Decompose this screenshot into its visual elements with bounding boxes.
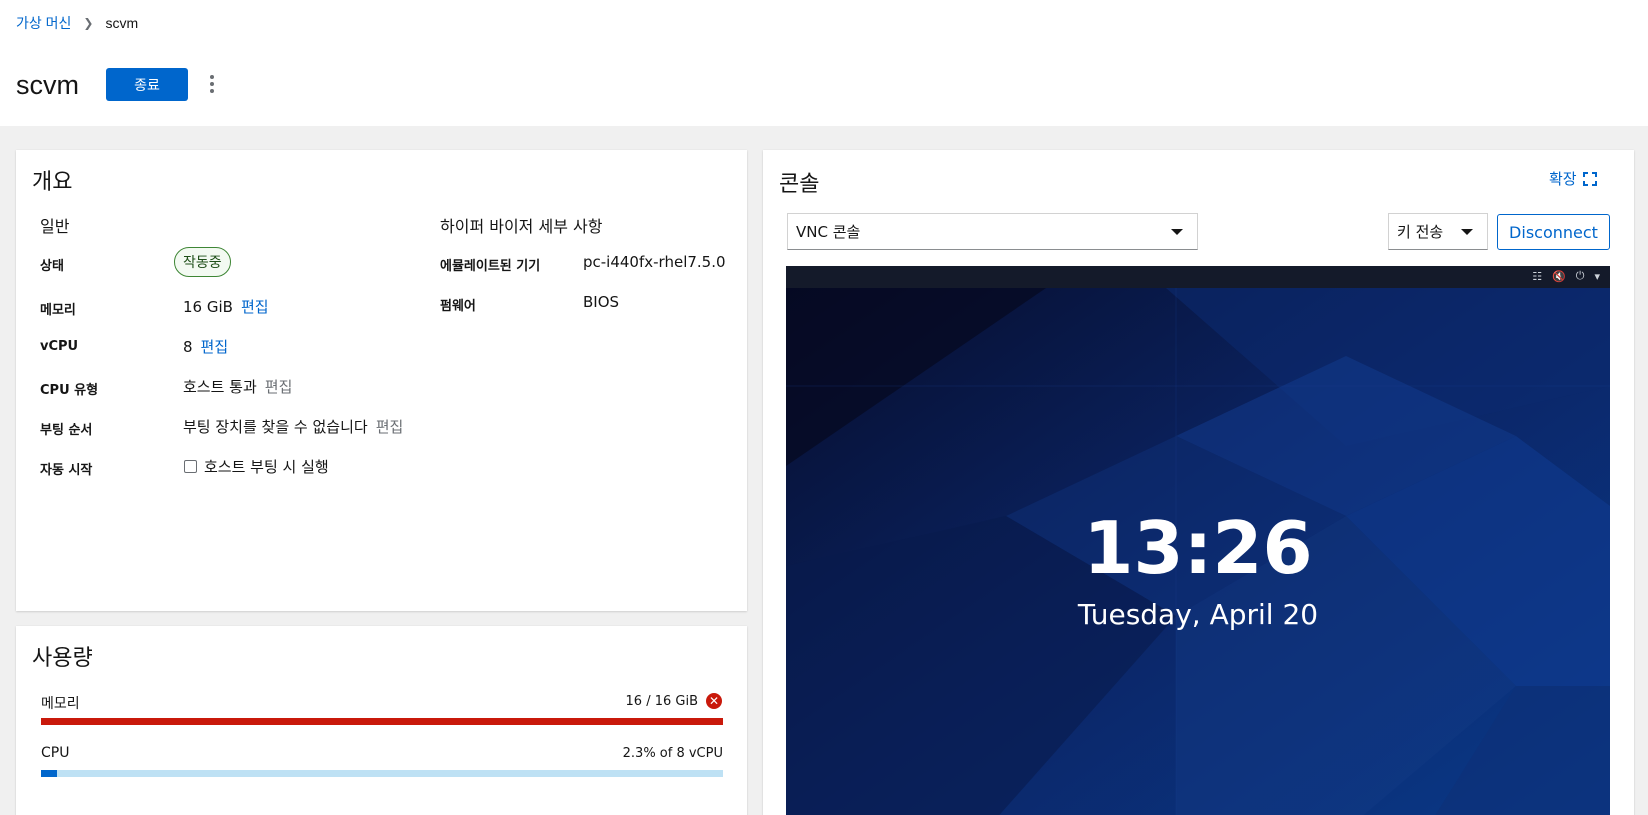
overview-card: 개요 일반 상태 작동중 메모리 16 GiB 편집 vCPU 8 편집 CPU… xyxy=(16,150,747,611)
usage-card: 사용량 메모리 16 / 16 GiB ✕ CPU 2.3% of 8 vCPU xyxy=(16,626,747,815)
usage-cpu-label: CPU xyxy=(41,745,70,761)
breadcrumb-chevron-icon: ❯ xyxy=(83,16,94,30)
send-key-select[interactable]: 키 전송 xyxy=(1388,213,1488,250)
caret-down-icon xyxy=(1461,229,1473,235)
vcpu-edit-link[interactable]: 편집 xyxy=(201,336,229,357)
status-badge: 작동중 xyxy=(174,247,231,277)
lock-screen-clock: 13:26 xyxy=(1083,506,1313,590)
page-header: 가상 머신 ❯ scvm scvm 종료 xyxy=(0,0,1648,126)
power-icon[interactable]: ⏻ xyxy=(1576,270,1585,283)
autostart-checkbox[interactable] xyxy=(184,460,197,473)
firmware-value: BIOS xyxy=(583,293,620,311)
vcpu-label: vCPU xyxy=(40,339,79,354)
cpu-type-label: CPU 유형 xyxy=(40,383,99,398)
breadcrumb: 가상 머신 ❯ scvm xyxy=(16,13,138,33)
usage-memory-value: 16 / 16 GiB xyxy=(625,694,698,709)
vm-top-bar: ☷ 🔇 ⏻ ▾ xyxy=(786,266,1610,288)
status-label: 상태 xyxy=(40,259,64,274)
expand-icon xyxy=(1582,171,1597,186)
memory-value: 16 GiB xyxy=(183,297,233,316)
cpu-usage-fill xyxy=(41,770,57,777)
usage-cpu-value: 2.3% of 8 vCPU xyxy=(622,746,723,761)
boot-order-edit-link[interactable]: 편집 xyxy=(376,416,404,437)
send-key-value: 키 전송 xyxy=(1397,223,1444,241)
memory-edit-link[interactable]: 편집 xyxy=(241,296,269,317)
hypervisor-heading: 하이퍼 바이저 세부 사항 xyxy=(440,217,603,236)
cpu-type-value: 호스트 통과 xyxy=(183,378,257,396)
overview-title: 개요 xyxy=(32,170,73,195)
error-icon: ✕ xyxy=(706,693,722,709)
console-title: 콘솔 xyxy=(779,172,820,197)
firmware-label: 펌웨어 xyxy=(440,299,476,314)
autostart-checkbox-label[interactable]: 호스트 부팅 시 실행 xyxy=(204,456,329,477)
boot-order-value: 부팅 장치를 찾을 수 없습니다 xyxy=(183,418,368,436)
caret-down-icon xyxy=(1171,229,1183,235)
autostart-label: 자동 시작 xyxy=(40,463,93,478)
stop-button[interactable]: 종료 xyxy=(106,68,188,101)
volume-muted-icon[interactable]: 🔇 xyxy=(1552,270,1566,283)
cpu-type-edit-link[interactable]: 편집 xyxy=(265,376,293,397)
general-heading: 일반 xyxy=(40,217,70,236)
emulated-machine-label: 에뮬레이트된 기기 xyxy=(440,259,541,274)
console-type-value: VNC 콘솔 xyxy=(796,223,861,241)
lock-screen-date: Tuesday, April 20 xyxy=(1077,598,1319,631)
memory-label: 메모리 xyxy=(40,303,76,318)
vnc-screen[interactable]: ☷ 🔇 ⏻ ▾ 13:26 Tuesday, April 20 xyxy=(786,266,1610,815)
expand-link[interactable]: 확장 xyxy=(1549,168,1597,189)
vcpu-value: 8 xyxy=(183,337,193,356)
console-type-select[interactable]: VNC 콘솔 xyxy=(787,213,1198,250)
breadcrumb-current: scvm xyxy=(105,15,139,31)
usage-title: 사용량 xyxy=(32,646,93,671)
network-icon[interactable]: ☷ xyxy=(1532,270,1542,283)
kebab-menu-icon[interactable] xyxy=(204,72,220,96)
boot-order-label: 부팅 순서 xyxy=(40,423,93,438)
chevron-down-icon[interactable]: ▾ xyxy=(1594,270,1600,283)
console-card: 콘솔 확장 VNC 콘솔 키 전송 Disconnect ☷ 🔇 ⏻ ▾ 13:… xyxy=(763,150,1634,815)
cpu-usage-track xyxy=(41,770,723,777)
breadcrumb-link-vms[interactable]: 가상 머신 xyxy=(16,13,71,33)
disconnect-button[interactable]: Disconnect xyxy=(1497,214,1610,250)
memory-usage-bar xyxy=(41,718,723,725)
expand-label: 확장 xyxy=(1549,170,1577,188)
emulated-machine-value: pc-i440fx-rhel7.5.0 xyxy=(583,253,726,271)
page-title: scvm xyxy=(16,70,79,100)
usage-memory-label: 메모리 xyxy=(41,696,80,712)
